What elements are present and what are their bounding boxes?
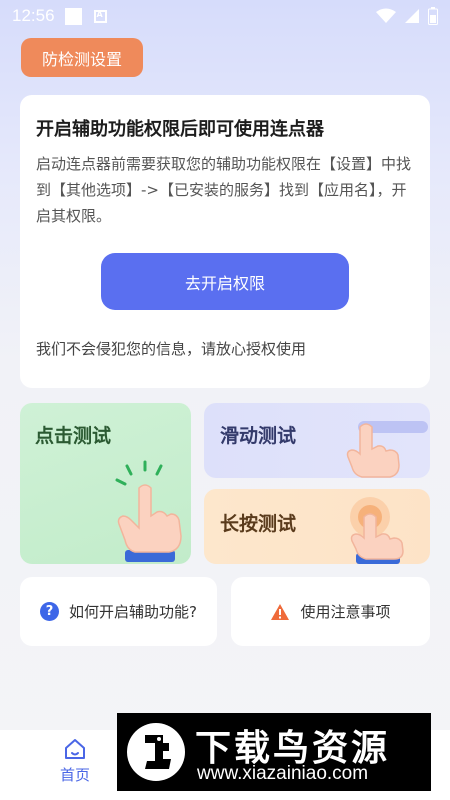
- tap-hand-icon: [115, 460, 182, 562]
- enable-permission-button[interactable]: 去开启权限: [101, 253, 349, 310]
- watermark-url: www.xiazainiao.com: [197, 763, 369, 784]
- permission-card-title: 开启辅助功能权限后即可使用连点器: [36, 119, 324, 140]
- long-press-test-label: 长按测试: [220, 513, 297, 535]
- battery-icon: [428, 7, 438, 25]
- permission-card: 开启辅助功能权限后即可使用连点器 启动连点器前需要获取您的辅助功能权限在【设置】…: [20, 95, 430, 388]
- click-test-tile[interactable]: 点击测试: [20, 403, 191, 564]
- anti-detect-settings-button[interactable]: 防检测设置: [21, 38, 143, 77]
- long-press-test-tile[interactable]: 长按测试: [204, 489, 430, 564]
- long-press-hand-icon: [350, 497, 404, 564]
- tab-home-label: 首页: [59, 766, 90, 784]
- how-to-enable-button[interactable]: ? 如何开启辅助功能?: [20, 577, 217, 646]
- watermark-banner: 下载鸟资源 www.xiazainiao.com: [117, 713, 431, 791]
- tab-home[interactable]: 首页: [40, 738, 110, 785]
- home-icon: [65, 739, 85, 759]
- status-bar: 12:56 A: [0, 0, 450, 32]
- bird-logo-icon: [127, 723, 185, 781]
- status-time: 12:56: [12, 6, 55, 25]
- notification-app-icon: A: [93, 9, 107, 23]
- warning-icon: [271, 603, 290, 620]
- precautions-button[interactable]: 使用注意事项: [231, 577, 430, 646]
- wifi-icon: [376, 8, 396, 23]
- permission-card-description: 启动连点器前需要获取您的辅助功能权限在【设置】中找到【其他选项】->【已安装的服…: [36, 155, 412, 225]
- signal-icon: [405, 9, 419, 23]
- precautions-label: 使用注意事项: [300, 603, 391, 621]
- notification-square-icon: [64, 7, 82, 25]
- click-test-label: 点击测试: [35, 425, 112, 447]
- how-to-enable-label: 如何开启辅助功能?: [69, 603, 197, 621]
- question-icon: ?: [40, 602, 60, 621]
- swipe-test-tile[interactable]: 滑动测试: [204, 403, 430, 478]
- privacy-note: 我们不会侵犯您的信息，请放心授权使用: [36, 340, 307, 358]
- swipe-test-label: 滑动测试: [220, 425, 297, 447]
- swipe-hand-icon: [346, 421, 428, 478]
